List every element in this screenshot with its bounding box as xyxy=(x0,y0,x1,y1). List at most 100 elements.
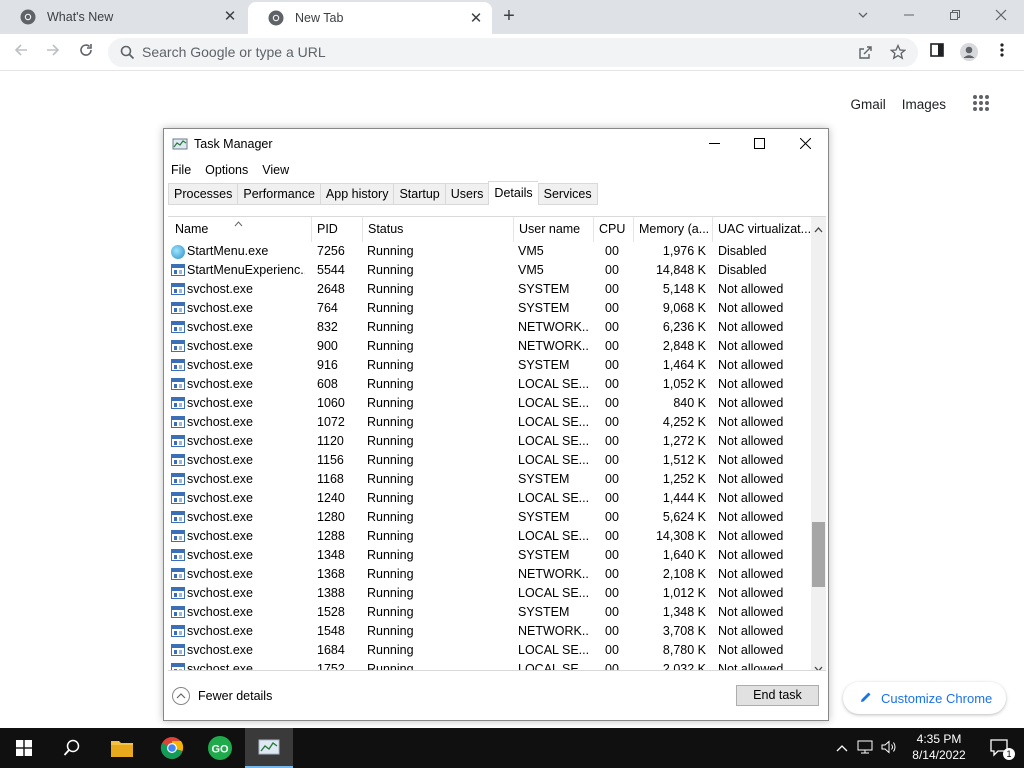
bookmark-star-icon[interactable] xyxy=(889,43,907,63)
tab-details[interactable]: Details xyxy=(488,181,538,205)
notification-center-icon[interactable]: 1 xyxy=(976,728,1024,768)
process-pid: 1280 xyxy=(317,510,345,524)
task-manager-titlebar[interactable]: Task Manager xyxy=(164,129,828,159)
tab-whats-new[interactable]: What's New ✕ xyxy=(0,0,246,34)
table-row[interactable]: svchost.exe 1368 Running NETWORK... 00 2,108 … xyxy=(168,565,811,584)
side-panel-icon[interactable] xyxy=(926,42,948,64)
new-tab-button[interactable]: + xyxy=(498,6,520,28)
tab-performance[interactable]: Performance xyxy=(237,183,320,205)
windows-start-icon[interactable] xyxy=(0,728,48,768)
process-name: svchost.exe xyxy=(187,643,254,657)
table-row[interactable]: svchost.exe 1752 Running LOCAL SE... 00 2,032… xyxy=(168,660,811,671)
close-tab-icon[interactable]: ✕ xyxy=(222,9,238,25)
process-pid: 1072 xyxy=(317,415,345,429)
restore-icon[interactable] xyxy=(944,5,966,27)
gmail-link[interactable]: Gmail xyxy=(850,97,885,112)
process-cpu: 00 xyxy=(605,643,619,657)
table-row[interactable]: svchost.exe 900 Running NETWORK... 00 2,848 K… xyxy=(168,337,811,356)
table-row[interactable]: svchost.exe 1684 Running LOCAL SE... 00 8,780… xyxy=(168,641,811,660)
col-cpu[interactable]: CPU xyxy=(594,217,634,242)
customize-chrome-button[interactable]: Customize Chrome xyxy=(843,682,1006,714)
menu-file[interactable]: File xyxy=(164,159,198,181)
volume-icon[interactable] xyxy=(881,739,897,757)
table-row[interactable]: svchost.exe 1288 Running LOCAL SE... 00 14,30… xyxy=(168,527,811,546)
fewer-details-button[interactable]: Fewer details xyxy=(172,687,272,705)
tray-chevron-up-icon[interactable] xyxy=(836,741,848,755)
col-name[interactable]: Name xyxy=(168,217,312,242)
task-manager-taskbar-icon[interactable] xyxy=(245,728,293,768)
process-cpu: 00 xyxy=(605,624,619,638)
tm-close-icon[interactable] xyxy=(782,129,828,159)
col-status[interactable]: Status xyxy=(363,217,514,242)
reload-icon[interactable] xyxy=(75,42,97,64)
chrome-taskbar-icon[interactable] xyxy=(148,728,196,768)
table-row[interactable]: StartMenuExperienc... 5544 Running VM5 00 14,… xyxy=(168,261,811,280)
table-row[interactable]: svchost.exe 2648 Running SYSTEM 00 5,148 K Not… xyxy=(168,280,811,299)
table-row[interactable]: svchost.exe 916 Running SYSTEM 00 1,464 K Not … xyxy=(168,356,811,375)
table-row[interactable]: svchost.exe 1120 Running LOCAL SE... 00 1,272… xyxy=(168,432,811,451)
close-window-icon[interactable] xyxy=(990,5,1012,27)
table-row[interactable]: svchost.exe 764 Running SYSTEM 00 9,068 K Not … xyxy=(168,299,811,318)
menu-view[interactable]: View xyxy=(255,159,296,181)
table-row[interactable]: svchost.exe 1528 Running SYSTEM 00 1,348 K Not… xyxy=(168,603,811,622)
scrollbar-thumb[interactable] xyxy=(812,522,825,587)
col-pid[interactable]: PID xyxy=(312,217,363,242)
process-cpu: 00 xyxy=(605,605,619,619)
taskbar-clock[interactable]: 4:35 PM 8/14/2022 xyxy=(906,731,972,763)
col-user-name[interactable]: User name xyxy=(514,217,594,242)
process-uac: Not allowed xyxy=(718,510,784,524)
tm-footer: Fewer details End task xyxy=(164,677,828,717)
tm-maximize-icon[interactable] xyxy=(736,129,782,159)
table-row[interactable]: svchost.exe 1060 Running LOCAL SE... 00 840 K… xyxy=(168,394,811,413)
table-row[interactable]: svchost.exe 832 Running NETWORK... 00 6,236 K… xyxy=(168,318,811,337)
tm-minimize-icon[interactable] xyxy=(691,129,737,159)
tab-users[interactable]: Users xyxy=(444,183,489,205)
table-row[interactable]: StartMenu.exe 7256 Running VM5 00 1,976 K Disa… xyxy=(168,242,811,261)
forward-icon[interactable] xyxy=(42,42,64,64)
table-row[interactable]: svchost.exe 1548 Running NETWORK... 00 3,708 … xyxy=(168,622,811,641)
tab-startup[interactable]: Startup xyxy=(393,183,445,205)
table-row[interactable]: svchost.exe 1388 Running LOCAL SE... 00 1,012… xyxy=(168,584,811,603)
process-uac: Not allowed xyxy=(718,605,784,619)
profile-icon[interactable] xyxy=(958,42,980,64)
images-link[interactable]: Images xyxy=(902,97,946,112)
back-icon[interactable] xyxy=(10,42,32,64)
network-icon[interactable] xyxy=(857,740,873,757)
process-memory: 14,848 K xyxy=(655,263,706,277)
share-icon[interactable] xyxy=(858,45,874,64)
process-user: LOCAL SE... xyxy=(518,662,588,671)
table-row[interactable]: svchost.exe 1072 Running LOCAL SE... 00 4,252… xyxy=(168,413,811,432)
table-row[interactable]: svchost.exe 1348 Running SYSTEM 00 1,640 K Not… xyxy=(168,546,811,565)
menu-kebab-icon[interactable] xyxy=(991,42,1013,64)
table-row[interactable]: svchost.exe 1240 Running LOCAL SE... 00 1,444… xyxy=(168,489,811,508)
tab-processes[interactable]: Processes xyxy=(168,183,238,205)
table-row[interactable]: svchost.exe 1280 Running SYSTEM 00 5,624 K Not… xyxy=(168,508,811,527)
end-task-button[interactable]: End task xyxy=(736,685,819,706)
clock-date: 8/14/2022 xyxy=(912,748,966,762)
svg-text:GO: GO xyxy=(211,744,229,756)
scroll-down-icon[interactable] xyxy=(814,660,823,670)
tab-new-tab[interactable]: New Tab ✕ xyxy=(248,2,492,34)
col-uac[interactable]: UAC virtualizat... xyxy=(713,217,811,242)
file-explorer-icon[interactable] xyxy=(98,728,146,768)
process-status: Running xyxy=(367,605,414,619)
go-app-icon[interactable]: GO xyxy=(196,728,244,768)
vertical-scrollbar[interactable] xyxy=(811,217,826,670)
table-row[interactable]: svchost.exe 1156 Running LOCAL SE... 00 1,512… xyxy=(168,451,811,470)
table-row[interactable]: svchost.exe 1168 Running SYSTEM 00 1,252 K Not… xyxy=(168,470,811,489)
customize-label: Customize Chrome xyxy=(881,690,993,706)
apps-grid-icon[interactable] xyxy=(972,94,990,115)
close-tab-icon[interactable]: ✕ xyxy=(468,11,484,27)
menu-options[interactable]: Options xyxy=(198,159,255,181)
tab-services[interactable]: Services xyxy=(537,183,598,205)
scroll-up-icon[interactable] xyxy=(814,221,823,236)
process-name: svchost.exe xyxy=(187,472,254,486)
tab-search-icon[interactable] xyxy=(852,5,874,27)
address-bar[interactable]: Search Google or type a URL xyxy=(108,38,918,67)
table-row[interactable]: svchost.exe 608 Running LOCAL SE... 00 1,052 … xyxy=(168,375,811,394)
minimize-icon[interactable] xyxy=(898,5,920,27)
taskbar-search-icon[interactable] xyxy=(48,728,96,768)
process-name: svchost.exe xyxy=(187,662,254,671)
col-memory[interactable]: Memory (a... xyxy=(634,217,713,242)
tab-app-history[interactable]: App history xyxy=(319,183,394,205)
